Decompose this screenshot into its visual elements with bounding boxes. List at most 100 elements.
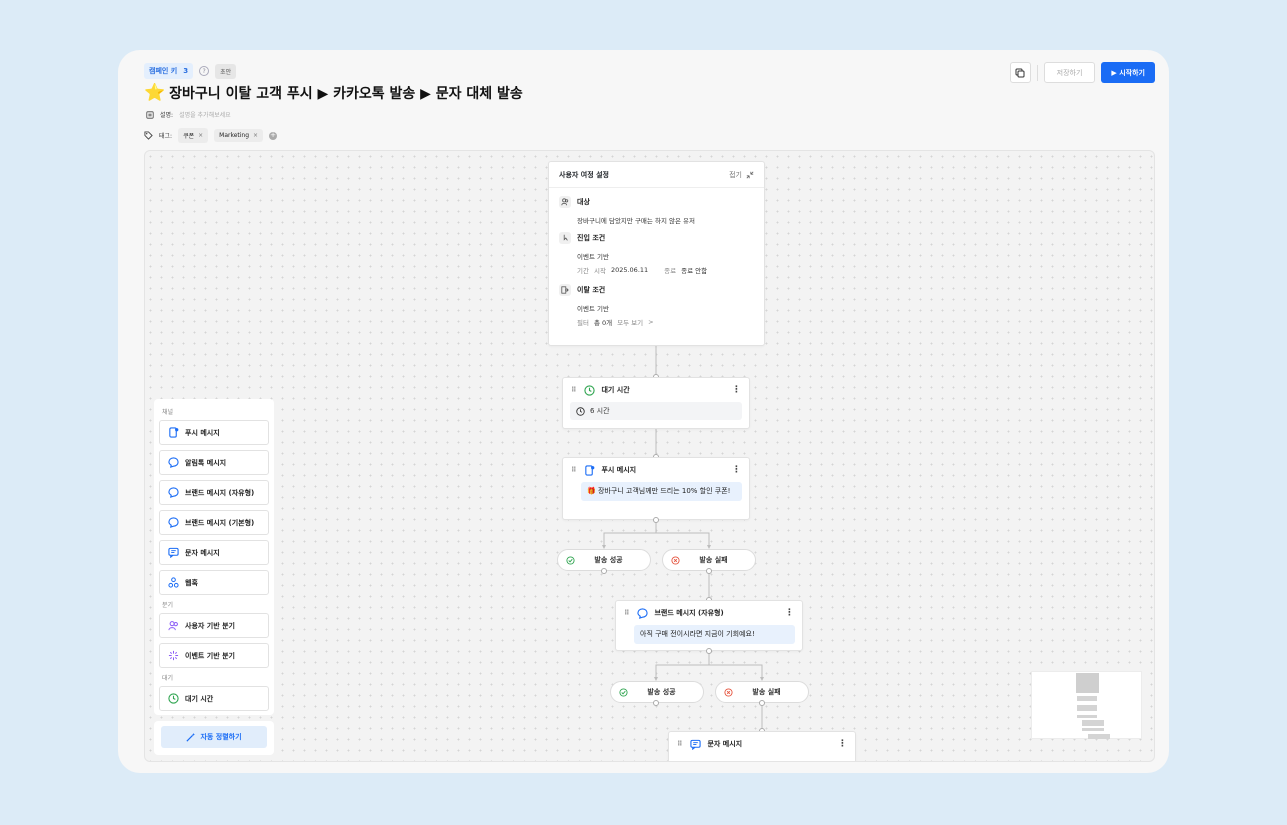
palette-item-alimtalk[interactable]: 알림톡 메시지 bbox=[159, 450, 269, 475]
brand-node-header: ⠿ 브랜드 메시지 (자유형) ⋮ bbox=[616, 601, 802, 625]
brand-node-title: 브랜드 메시지 (자유형) bbox=[654, 609, 724, 617]
end-label: 종료 bbox=[664, 267, 677, 275]
check-circle-icon bbox=[619, 687, 628, 697]
more-menu-icon[interactable]: ⋮ bbox=[732, 385, 741, 395]
exit-condition-label: 이탈 조건 bbox=[577, 286, 606, 294]
copy-icon bbox=[1015, 68, 1025, 77]
help-icon[interactable]: ? bbox=[199, 66, 210, 76]
connector-handle[interactable] bbox=[706, 568, 712, 574]
brand-message-node[interactable]: ⠿ 브랜드 메시지 (자유형) ⋮ 아직 구매 전이시라면 지금이 기회예요! bbox=[615, 600, 803, 651]
more-menu-icon[interactable]: ⋮ bbox=[732, 465, 741, 475]
tag-row: 태그: 쿠폰 × Marketing × + bbox=[144, 128, 278, 143]
drag-handle-icon[interactable]: ⠿ bbox=[677, 740, 683, 748]
palette-item-label: 알림톡 메시지 bbox=[185, 458, 227, 467]
app-window: 캠페인 키 3 ? 초안 ⭐ 장바구니 이탈 고객 푸시 ▶ 카카오톡 발송 ▶… bbox=[118, 50, 1169, 773]
node-palette: 채널 푸시 메시지 알림톡 메시지 브랜드 메시지 (자유형) 브랜드 메시지 … bbox=[154, 399, 274, 715]
add-tag-button[interactable]: + bbox=[269, 131, 278, 140]
auto-arrange-container: 자동 정렬하기 bbox=[154, 721, 274, 755]
palette-item-brand-free[interactable]: 브랜드 메시지 (자유형) bbox=[159, 480, 269, 505]
sms-icon bbox=[689, 738, 701, 750]
collapse-icon bbox=[746, 171, 754, 178]
start-button[interactable]: ▶ 시작하기 bbox=[1101, 62, 1155, 83]
tag-chip[interactable]: 쿠폰 × bbox=[178, 128, 209, 143]
palette-item-sms[interactable]: 문자 메시지 bbox=[159, 540, 269, 565]
push-node-header: ⠿ 푸시 메시지 ⋮ bbox=[563, 458, 749, 482]
tag-label: Marketing bbox=[219, 132, 250, 139]
palette-section-channel: 채널 bbox=[162, 409, 174, 416]
entry-type: 이벤트 기반 bbox=[577, 253, 609, 261]
palette-item-label: 대기 시간 bbox=[185, 694, 214, 703]
palette-item-brand-basic[interactable]: 브랜드 메시지 (기본형) bbox=[159, 510, 269, 535]
end-value: 종료 안함 bbox=[681, 267, 708, 275]
palette-section-wait: 대기 bbox=[162, 675, 174, 682]
journey-settings-title: 사용자 여정 설정 bbox=[559, 170, 609, 179]
clock-icon bbox=[576, 406, 585, 416]
connector-handle[interactable] bbox=[759, 700, 765, 706]
connector-handle[interactable] bbox=[601, 568, 607, 574]
description-input[interactable]: 설명을 추가해보세요 bbox=[179, 110, 231, 119]
drag-handle-icon[interactable]: ⠿ bbox=[571, 386, 577, 394]
filter-count: 총 0개 bbox=[593, 319, 613, 327]
more-menu-icon[interactable]: ⋮ bbox=[785, 608, 794, 618]
toolbar: 저장하기 ▶ 시작하기 bbox=[1009, 62, 1155, 83]
exit-type: 이벤트 기반 bbox=[577, 305, 609, 313]
palette-item-webhook[interactable]: 웹훅 bbox=[159, 570, 269, 595]
start-label: 시작 bbox=[593, 267, 606, 275]
flow-canvas[interactable]: 사용자 여정 설정 접기 대상 장바구니에 담았지만 구매는 하지 않은 유저 … bbox=[144, 150, 1155, 762]
fail-label: 발송 실패 bbox=[699, 556, 728, 564]
clock-icon bbox=[168, 693, 179, 704]
more-menu-icon[interactable]: ⋮ bbox=[838, 739, 847, 749]
success-label: 발송 성공 bbox=[594, 556, 623, 564]
palette-item-wait-time[interactable]: 대기 시간 bbox=[159, 686, 269, 711]
x-circle-icon bbox=[724, 687, 733, 697]
connector-handle[interactable] bbox=[653, 700, 659, 706]
sms-message-node[interactable]: ⠿ 문자 메시지 ⋮ bbox=[668, 731, 856, 761]
push-message-node[interactable]: ⠿ 푸시 메시지 ⋮ 🎁 장바구니 고객님께만 드리는 10% 할인 쿠폰! bbox=[562, 457, 750, 520]
journey-settings-card[interactable]: 사용자 여정 설정 접기 대상 장바구니에 담았지만 구매는 하지 않은 유저 … bbox=[548, 161, 765, 346]
entry-condition-label: 진입 조건 bbox=[577, 234, 606, 242]
chevron-right-icon[interactable]: > bbox=[648, 318, 653, 326]
tag-icon bbox=[144, 131, 153, 140]
chat-bubble-icon bbox=[636, 607, 648, 619]
journey-settings-header: 사용자 여정 설정 접기 bbox=[549, 162, 764, 188]
palette-item-user-branch[interactable]: 사용자 기반 분기 bbox=[159, 613, 269, 638]
campaign-key-badge: 캠페인 키 3 bbox=[144, 63, 194, 79]
fold-button[interactable]: 접기 bbox=[729, 170, 754, 180]
page-title[interactable]: ⭐ 장바구니 이탈 고객 푸시 ▶ 카카오톡 발송 ▶ 문자 대체 발송 bbox=[144, 83, 523, 103]
tag-chip[interactable]: Marketing × bbox=[214, 129, 264, 142]
connector-handle[interactable] bbox=[653, 517, 659, 523]
copy-button[interactable] bbox=[1009, 62, 1031, 83]
view-all-link[interactable]: 모두 보기 bbox=[617, 317, 643, 327]
webhook-icon bbox=[168, 577, 179, 588]
chat-bubble-icon bbox=[168, 517, 179, 528]
target-label: 대상 bbox=[577, 198, 590, 206]
save-button[interactable]: 저장하기 bbox=[1043, 62, 1096, 83]
auto-arrange-button[interactable]: 자동 정렬하기 bbox=[161, 726, 267, 748]
push-message-body: 🎁 장바구니 고객님께만 드리는 10% 할인 쿠폰! bbox=[581, 482, 742, 502]
minimap[interactable] bbox=[1031, 671, 1142, 739]
close-icon[interactable]: × bbox=[198, 132, 203, 139]
palette-item-label: 브랜드 메시지 (기본형) bbox=[185, 518, 255, 527]
magic-wand-icon bbox=[186, 732, 196, 742]
star-icon[interactable]: ⭐ bbox=[144, 83, 165, 103]
pointer-icon bbox=[559, 232, 571, 244]
filter-label: 필터 bbox=[577, 319, 589, 327]
connector-handle[interactable] bbox=[706, 648, 712, 654]
entry-condition-section: 진입 조건 bbox=[549, 231, 764, 245]
palette-item-label: 브랜드 메시지 (자유형) bbox=[185, 488, 255, 497]
wait-time-value: 6 시간 bbox=[570, 402, 742, 420]
wait-time-node[interactable]: ⠿ 대기 시간 ⋮ 6 시간 bbox=[562, 377, 750, 429]
push-icon bbox=[169, 427, 179, 438]
check-circle-icon bbox=[566, 555, 575, 565]
brand-message-body: 아직 구매 전이시라면 지금이 기회예요! bbox=[634, 625, 795, 645]
clock-icon bbox=[583, 384, 595, 396]
close-icon[interactable]: × bbox=[253, 132, 258, 139]
palette-item-label: 이벤트 기반 분기 bbox=[185, 651, 235, 660]
palette-item-push[interactable]: 푸시 메시지 bbox=[159, 420, 269, 445]
wait-time-title: 대기 시간 bbox=[601, 386, 630, 394]
campaign-key-label: 캠페인 키 bbox=[149, 67, 178, 75]
drag-handle-icon[interactable]: ⠿ bbox=[624, 609, 630, 617]
auto-arrange-label: 자동 정렬하기 bbox=[200, 733, 242, 741]
drag-handle-icon[interactable]: ⠿ bbox=[571, 466, 577, 474]
palette-item-event-branch[interactable]: 이벤트 기반 분기 bbox=[159, 643, 269, 668]
